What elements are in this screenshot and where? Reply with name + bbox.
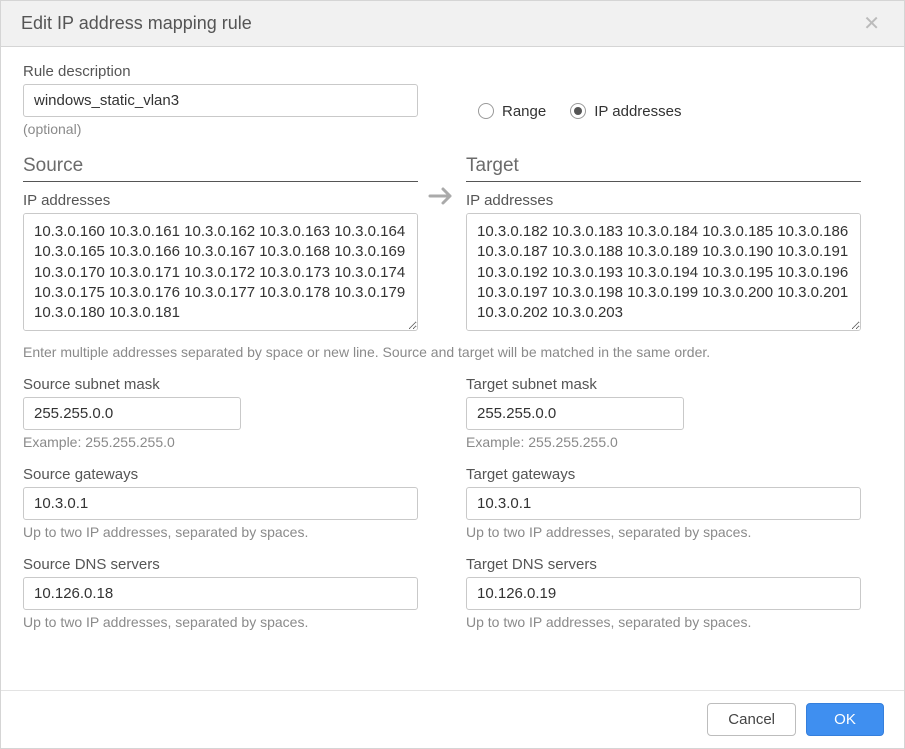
ip-match-hint: Enter multiple addresses separated by sp… xyxy=(23,344,882,360)
dialog-body: Rule description (optional) Range IP add… xyxy=(1,47,904,690)
target-dns-label: Target DNS servers xyxy=(466,556,861,573)
source-subnet-label: Source subnet mask xyxy=(23,376,418,393)
rule-description-input[interactable] xyxy=(23,84,418,117)
rule-description-hint: (optional) xyxy=(23,121,418,137)
target-subnet-input[interactable] xyxy=(466,397,684,430)
dialog-footer: Cancel OK xyxy=(1,690,904,748)
target-gateway-hint: Up to two IP addresses, separated by spa… xyxy=(466,524,861,540)
target-subnet-hint: Example: 255.255.255.0 xyxy=(466,434,861,450)
arrow-right-icon xyxy=(428,185,456,207)
target-gateway-input[interactable] xyxy=(466,487,861,520)
source-gateway-input[interactable] xyxy=(23,487,418,520)
target-ips-label: IP addresses xyxy=(466,192,861,209)
dialog-titlebar: Edit IP address mapping rule ✕ xyxy=(1,1,904,47)
radio-range[interactable]: Range xyxy=(478,103,546,120)
target-gateway-label: Target gateways xyxy=(466,466,861,483)
rule-description-label: Rule description xyxy=(23,63,418,80)
source-subnet-hint: Example: 255.255.255.0 xyxy=(23,434,418,450)
cancel-button[interactable]: Cancel xyxy=(707,703,796,736)
target-heading: Target xyxy=(466,155,861,182)
radio-ip-circle-icon xyxy=(570,103,586,119)
target-ips-textarea[interactable] xyxy=(466,213,861,331)
source-gateway-hint: Up to two IP addresses, separated by spa… xyxy=(23,524,418,540)
radio-range-circle-icon xyxy=(478,103,494,119)
edit-ip-mapping-dialog: Edit IP address mapping rule ✕ Rule desc… xyxy=(0,0,905,749)
close-icon[interactable]: ✕ xyxy=(859,14,884,34)
source-ips-label: IP addresses xyxy=(23,192,418,209)
radio-ip-label: IP addresses xyxy=(594,103,681,120)
target-dns-input[interactable] xyxy=(466,577,861,610)
target-subnet-label: Target subnet mask xyxy=(466,376,861,393)
radio-ip-addresses[interactable]: IP addresses xyxy=(570,103,681,120)
source-dns-label: Source DNS servers xyxy=(23,556,418,573)
source-dns-hint: Up to two IP addresses, separated by spa… xyxy=(23,614,418,630)
target-dns-hint: Up to two IP addresses, separated by spa… xyxy=(466,614,861,630)
source-heading: Source xyxy=(23,155,418,182)
source-dns-input[interactable] xyxy=(23,577,418,610)
source-subnet-input[interactable] xyxy=(23,397,241,430)
dialog-title: Edit IP address mapping rule xyxy=(21,13,252,34)
source-gateway-label: Source gateways xyxy=(23,466,418,483)
source-ips-textarea[interactable] xyxy=(23,213,418,331)
ok-button[interactable]: OK xyxy=(806,703,884,736)
radio-range-label: Range xyxy=(502,103,546,120)
